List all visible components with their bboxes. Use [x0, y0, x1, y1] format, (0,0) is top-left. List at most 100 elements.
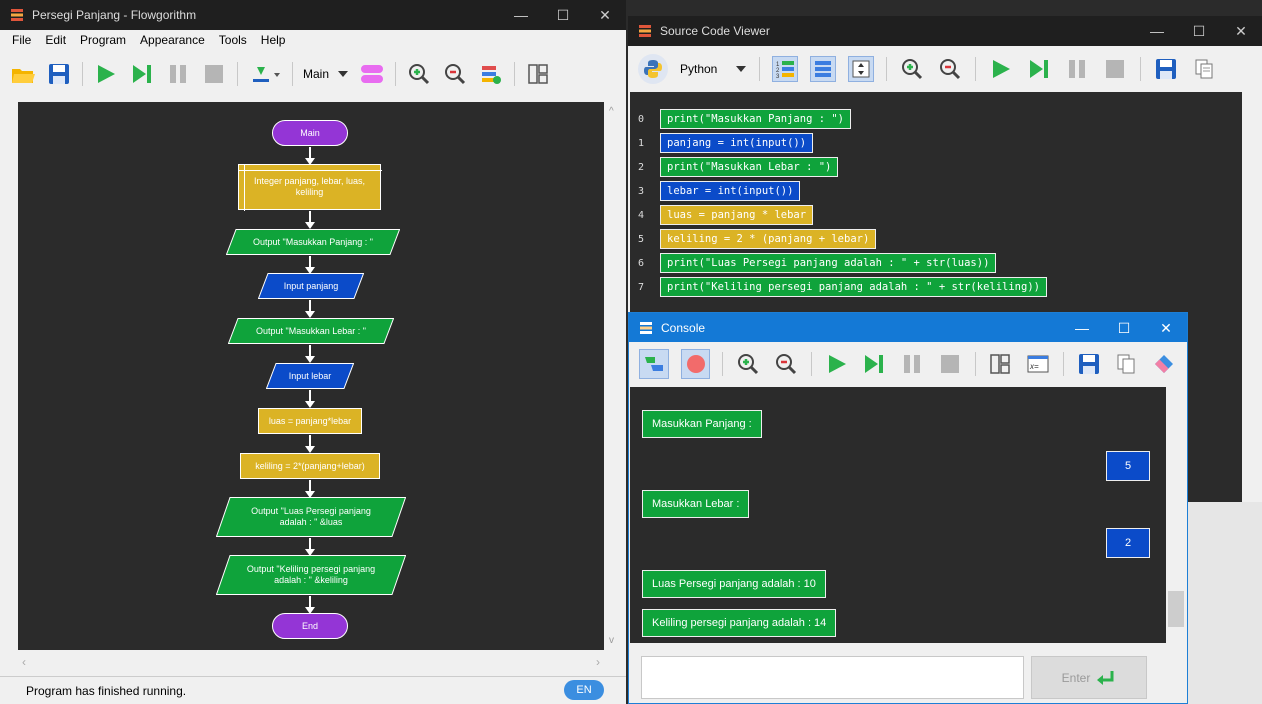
code-line-number: 4 [638, 209, 645, 221]
pause-icon[interactable] [899, 351, 925, 377]
step-icon[interactable] [129, 61, 155, 87]
enter-arrow-icon [1097, 670, 1114, 685]
flow-assign-luas[interactable]: luas = panjang*lebar [258, 408, 362, 434]
flow-output-panjang[interactable]: Output "Masukkan Panjang : " [226, 229, 400, 255]
code-line-number: 7 [638, 281, 645, 293]
maximize-button[interactable]: ☐ [1178, 16, 1220, 46]
code-line[interactable]: 7 print("Keliling persegi panjang adalah… [630, 275, 1047, 299]
line-numbers-icon[interactable]: 123 [772, 56, 799, 82]
close-button[interactable]: ✕ [584, 0, 626, 30]
code-line[interactable]: 5 keliling = 2 * (panjang + lebar) [630, 227, 877, 251]
code-line-text: keliling = 2 * (panjang + lebar) [660, 229, 877, 249]
scroll-right-icon[interactable]: › [596, 655, 600, 669]
code-line[interactable]: 0 print("Masukkan Panjang : ") [630, 107, 852, 131]
flow-arrow [305, 147, 315, 165]
colored-blocks-icon[interactable] [810, 56, 837, 82]
flow-output-luas[interactable]: Output "Luas Persegi panjang adalah : " … [216, 497, 406, 537]
chat-view-icon[interactable] [639, 349, 669, 379]
variable-icon[interactable]: x= [1025, 351, 1051, 377]
code-line-text: lebar = int(input()) [660, 181, 801, 201]
pause-icon[interactable] [165, 61, 191, 87]
flow-output-lebar[interactable]: Output "Masukkan Lebar : " [228, 318, 394, 344]
scroll-down-icon[interactable]: v [609, 635, 614, 646]
zoom-out-icon[interactable] [442, 61, 468, 87]
code-vertical-scrollbar[interactable] [1242, 92, 1260, 512]
flow-input-lebar[interactable]: Input lebar [266, 363, 354, 389]
flowchart-canvas[interactable]: Main Integer panjang, lebar, luas, kelil… [18, 102, 604, 650]
flow-assign-keliling[interactable]: keliling = 2*(panjang+lebar) [240, 453, 380, 479]
code-line[interactable]: 1 panjang = int(input()) [630, 131, 814, 155]
svg-text:3: 3 [776, 74, 780, 79]
scrollbar-thumb[interactable] [1168, 591, 1184, 627]
scroll-left-icon[interactable]: ‹ [22, 655, 26, 669]
save-icon[interactable] [46, 61, 72, 87]
save-icon[interactable] [1153, 56, 1179, 82]
fit-height-icon[interactable] [848, 56, 875, 82]
close-button[interactable]: ✕ [1220, 16, 1262, 46]
code-line-number: 6 [638, 257, 645, 269]
layout-panels-icon[interactable] [525, 61, 551, 87]
open-folder-icon[interactable] [10, 61, 36, 87]
code-line[interactable]: 3 lebar = int(input()) [630, 179, 801, 203]
menu-file[interactable]: File [12, 33, 31, 47]
flow-end[interactable]: End [272, 613, 348, 639]
stop-icon[interactable] [1102, 56, 1128, 82]
pause-icon[interactable] [1064, 56, 1090, 82]
language-select[interactable]: Python [680, 62, 747, 76]
zoom-out-icon[interactable] [937, 56, 963, 82]
step-icon[interactable] [861, 351, 887, 377]
console-input-bubble: 5 [1106, 451, 1150, 481]
menu-help[interactable]: Help [261, 33, 286, 47]
maximize-button[interactable]: ☐ [542, 0, 584, 30]
add-function-icon[interactable] [248, 61, 282, 87]
toolbar-separator [722, 352, 724, 376]
minimize-button[interactable]: — [1061, 313, 1103, 342]
zoom-out-icon[interactable] [773, 351, 799, 377]
stop-circle-icon[interactable] [680, 349, 711, 379]
variable-watch-icon[interactable] [478, 61, 504, 87]
menu-appearance[interactable]: Appearance [140, 33, 205, 47]
flow-declare[interactable]: Integer panjang, lebar, luas, keliling [238, 164, 382, 211]
maximize-button[interactable]: ☐ [1103, 313, 1145, 342]
zoom-in-icon[interactable] [899, 56, 925, 82]
code-line[interactable]: 4 luas = panjang * lebar [630, 203, 814, 227]
flow-output-keliling[interactable]: Output "Keliling persegi panjang adalah … [216, 555, 406, 595]
console-input-field[interactable] [641, 656, 1024, 699]
zoom-in-icon[interactable] [406, 61, 432, 87]
run-icon[interactable] [988, 56, 1014, 82]
scroll-up-icon[interactable]: ^ [609, 106, 614, 117]
menu-edit[interactable]: Edit [45, 33, 66, 47]
minimize-button[interactable]: — [1136, 16, 1178, 46]
language-badge[interactable]: EN [564, 680, 604, 700]
menu-program[interactable]: Program [80, 33, 126, 47]
minimize-button[interactable]: — [500, 0, 542, 30]
flow-start-main[interactable]: Main [272, 120, 348, 146]
code-line-text: luas = panjang * lebar [660, 205, 814, 225]
add-shape-icon[interactable] [359, 61, 385, 87]
canvas-horizontal-scrollbar[interactable]: ‹ › [18, 652, 604, 674]
run-icon[interactable] [93, 61, 119, 87]
code-line-number: 2 [638, 161, 645, 173]
console-vertical-scrollbar[interactable] [1166, 387, 1186, 643]
menu-tools[interactable]: Tools [219, 33, 247, 47]
layout-panels-icon[interactable] [988, 351, 1014, 377]
eraser-icon[interactable] [1151, 351, 1177, 377]
flow-input-panjang[interactable]: Input panjang [258, 273, 364, 299]
flow-input-panjang-label: Input panjang [283, 280, 339, 291]
source-viewer-titlebar: Source Code Viewer — ☐ ✕ [628, 16, 1262, 46]
code-line[interactable]: 2 print("Masukkan Lebar : ") [630, 155, 839, 179]
copy-icon[interactable] [1191, 56, 1217, 82]
save-icon[interactable] [1076, 351, 1102, 377]
run-icon[interactable] [824, 351, 850, 377]
code-line[interactable]: 6 print("Luas Persegi panjang adalah : "… [630, 251, 997, 275]
enter-button[interactable]: Enter [1031, 656, 1147, 699]
close-button[interactable]: ✕ [1145, 313, 1187, 342]
function-select[interactable]: Main [303, 67, 349, 81]
canvas-vertical-scrollbar[interactable]: ^ v [604, 102, 624, 650]
step-icon[interactable] [1026, 56, 1052, 82]
console-title: Console [661, 320, 706, 335]
stop-icon[interactable] [201, 61, 227, 87]
zoom-in-icon[interactable] [735, 351, 761, 377]
copy-icon[interactable] [1114, 351, 1140, 377]
stop-icon[interactable] [937, 351, 963, 377]
